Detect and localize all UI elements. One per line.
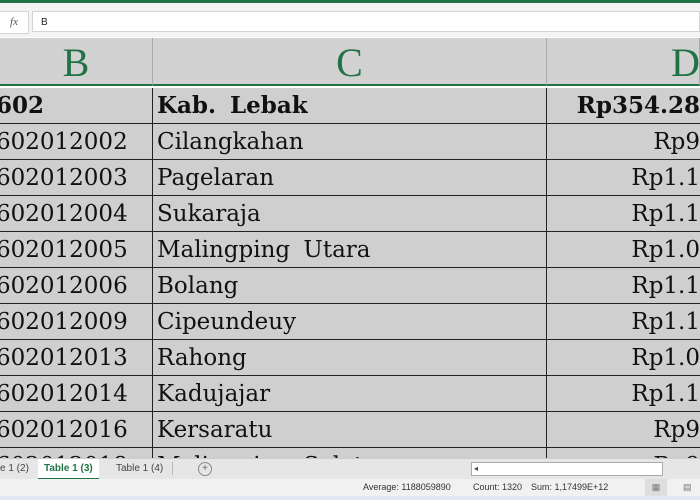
table-row: 602 Kab. Lebak Rp354.28: [0, 88, 700, 124]
cell-c[interactable]: Rahong: [153, 340, 547, 376]
cell-c[interactable]: Malingping Utara: [153, 232, 547, 268]
status-average: Average: 1188059890: [363, 482, 451, 492]
cell-b[interactable]: 602012003: [0, 160, 153, 196]
cell-b[interactable]: 602012013: [0, 340, 153, 376]
cell-d[interactable]: Rp9: [547, 124, 700, 160]
cell-b[interactable]: 602012009: [0, 304, 153, 340]
tab-divider: [172, 462, 173, 475]
cell-c[interactable]: Pagelaran: [153, 160, 547, 196]
cell-d[interactable]: Rp1.1: [547, 160, 700, 196]
cell-c[interactable]: Kadujajar: [153, 376, 547, 412]
cell-b[interactable]: 602012005: [0, 232, 153, 268]
cell-d[interactable]: Rp9: [547, 412, 700, 448]
cell-d[interactable]: Rp1.0: [547, 340, 700, 376]
cell-c[interactable]: Sukaraja: [153, 196, 547, 232]
horizontal-scrollbar[interactable]: ◂: [471, 462, 663, 476]
status-count: Count: 1320: [473, 482, 523, 492]
cell-b[interactable]: 602012006: [0, 268, 153, 304]
cell-b[interactable]: 602: [0, 88, 153, 124]
table-row: 602012003 Pagelaran Rp1.1: [0, 160, 700, 196]
status-sum: Sum: 1,17499E+12: [531, 482, 609, 492]
sheet-tabs-bar: e 1 (2) Table 1 (3) Table 1 (4) + ◂: [0, 458, 700, 480]
formula-input[interactable]: B: [32, 11, 700, 32]
table-row: 602012018Malingping SelatanRp9: [0, 448, 700, 458]
cell-d[interactable]: Rp1.1: [547, 196, 700, 232]
sheet-tab[interactable]: Table 1 (4): [116, 459, 163, 478]
page-layout-view-icon[interactable]: ▤: [683, 479, 692, 496]
cell-b[interactable]: 602012002: [0, 124, 153, 160]
column-header-d[interactable]: D: [547, 38, 700, 86]
cell-d[interactable]: Rp9: [547, 448, 700, 458]
table-row: 602012004 Sukaraja Rp1.1: [0, 196, 700, 232]
cell-c[interactable]: Bolang: [153, 268, 547, 304]
sheet-tab-active[interactable]: Table 1 (3): [38, 459, 99, 480]
cell-b[interactable]: 602012018: [0, 448, 153, 458]
cell-d[interactable]: Rp1.1: [547, 268, 700, 304]
cell-d[interactable]: Rp354.28: [547, 88, 700, 124]
column-header-b[interactable]: B: [0, 38, 153, 86]
formula-bar: fx B: [0, 3, 700, 37]
table-row: 602012006 Bolang Rp1.1: [0, 268, 700, 304]
table-row: 602012014 Kadujajar Rp1.1: [0, 376, 700, 412]
cell-c[interactable]: Kab. Lebak: [153, 88, 547, 124]
insert-function-icon[interactable]: fx: [0, 11, 29, 34]
table-row: 602012009 Cipeundeuy Rp1.1: [0, 304, 700, 340]
normal-view-icon[interactable]: ▦: [645, 479, 667, 496]
scroll-left-icon[interactable]: ◂: [474, 463, 478, 475]
cell-c[interactable]: Cilangkahan: [153, 124, 547, 160]
cell-d[interactable]: Rp1.1: [547, 304, 700, 340]
cell-c[interactable]: Kersaratu: [153, 412, 547, 448]
cell-d[interactable]: Rp1.0: [547, 232, 700, 268]
table-row: 602012016 Kersaratu Rp9: [0, 412, 700, 448]
sheet-tab[interactable]: e 1 (2): [0, 459, 29, 478]
cell-b[interactable]: 602012016: [0, 412, 153, 448]
cell-b[interactable]: 602012004: [0, 196, 153, 232]
column-header-c[interactable]: C: [153, 38, 547, 86]
status-bar: Average: 1188059890 Count: 1320 Sum: 1,1…: [0, 479, 700, 496]
table-row: 602012013 Rahong Rp1.0: [0, 340, 700, 376]
cell-b[interactable]: 602012014: [0, 376, 153, 412]
spreadsheet-grid: 602 Kab. Lebak Rp354.28 602012002 Cilangkaha…: [0, 88, 700, 458]
table-row: 602012002 Cilangkahan Rp9: [0, 124, 700, 160]
table-row: 602012005 Malingping Utara Rp1.0: [0, 232, 700, 268]
taskbar-edge: [0, 496, 700, 500]
cell-d[interactable]: Rp1.1: [547, 376, 700, 412]
add-sheet-icon[interactable]: +: [198, 462, 212, 476]
cell-c[interactable]: Cipeundeuy: [153, 304, 547, 340]
cell-c[interactable]: Malingping Selatan: [153, 448, 547, 458]
